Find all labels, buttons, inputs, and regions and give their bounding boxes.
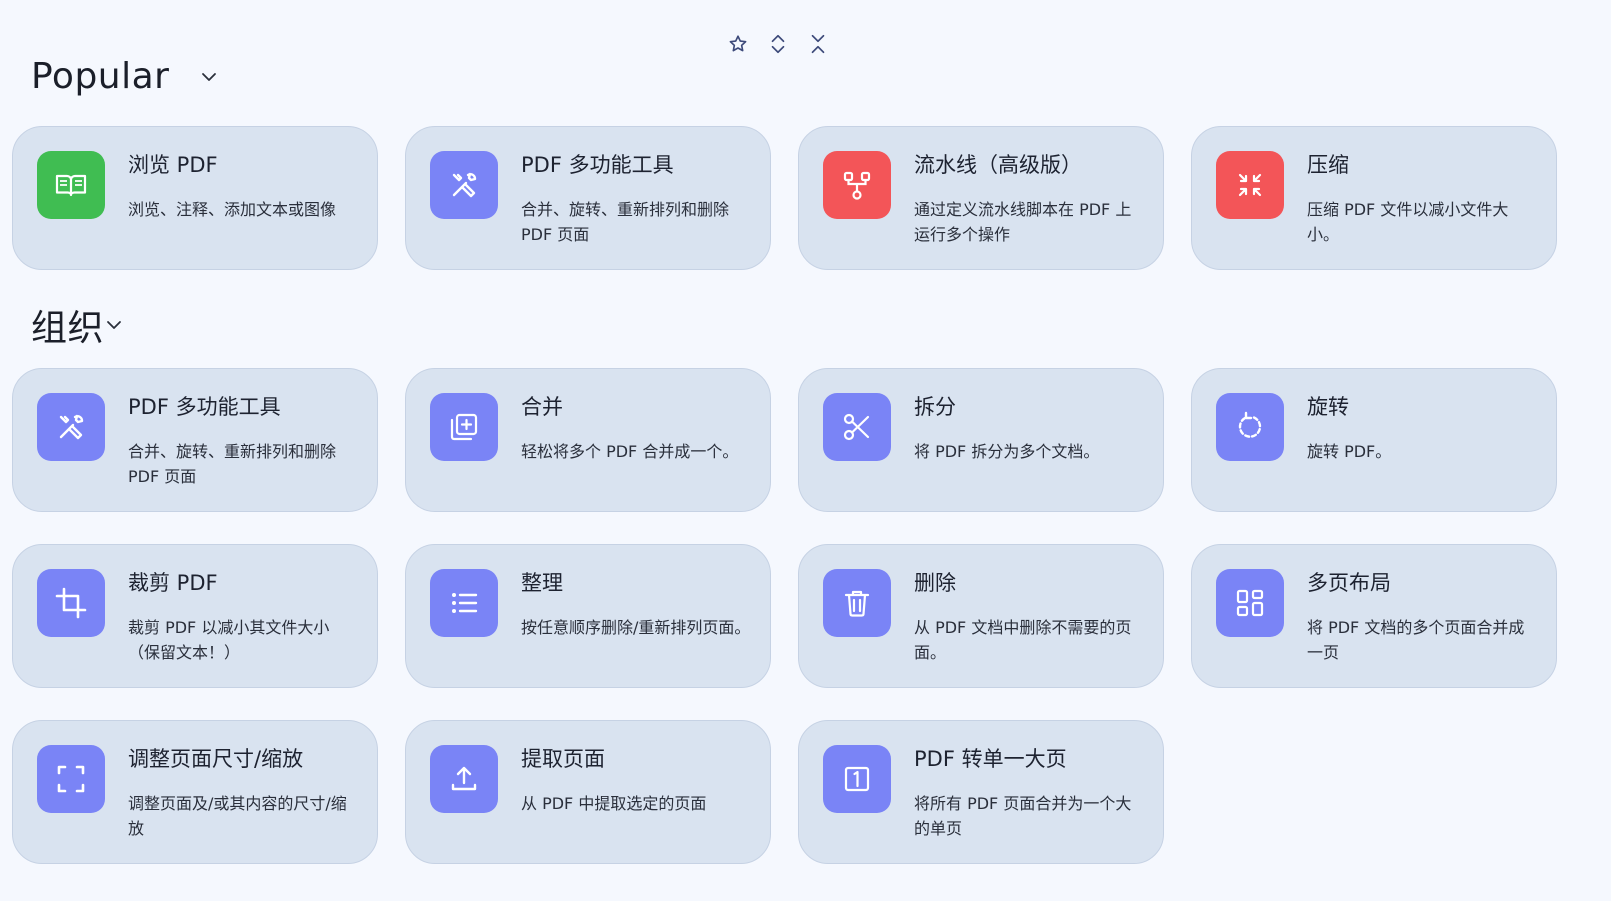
grid-icon — [1236, 589, 1264, 617]
tool-icon-tile — [1216, 569, 1284, 637]
tool-description: 将 PDF 文档的多个页面合并成一页 — [1307, 618, 1525, 662]
section-title: Popular — [31, 56, 170, 97]
tool-card-split[interactable]: 拆分 将 PDF 拆分为多个文档。 — [798, 368, 1164, 512]
tool-title: 整理 — [521, 571, 563, 595]
tool-icon-tile — [430, 393, 498, 461]
tool-icon-tile — [37, 151, 105, 219]
tool-icon-tile — [1216, 151, 1284, 219]
section-header-organize: 组织 — [31, 299, 124, 351]
crop-icon — [55, 587, 87, 619]
tools-icon — [452, 172, 477, 198]
tool-title: 旋转 — [1307, 395, 1349, 419]
tool-card-crop[interactable]: 裁剪 PDF 裁剪 PDF 以减小其文件大小（保留文本！） — [12, 544, 378, 688]
scale-icon — [57, 765, 85, 793]
tool-icon-tile — [1216, 393, 1284, 461]
tool-description: 从 PDF 文档中删除不需要的页面。 — [914, 618, 1132, 662]
tool-card-compress[interactable]: 压缩 压缩 PDF 文件以减小文件大小。 — [1191, 126, 1557, 270]
tool-title: 压缩 — [1307, 153, 1349, 177]
tool-description: 通过定义流水线脚本在 PDF 上运行多个操作 — [914, 200, 1132, 244]
single-page-icon — [844, 766, 870, 792]
tool-title: 多页布局 — [1307, 571, 1391, 595]
tool-description: 旋转 PDF。 — [1307, 442, 1392, 461]
tool-title: PDF 多功能工具 — [128, 395, 281, 419]
tool-description: 将 PDF 拆分为多个文档。 — [914, 442, 1100, 461]
tool-icon-tile — [430, 151, 498, 219]
tool-icon-tile — [823, 745, 891, 813]
tool-card-multi-tool[interactable]: PDF 多功能工具 合并、旋转、重新排列和删除 PDF 页面 — [12, 368, 378, 512]
tool-card-pipeline[interactable]: 流水线（高级版） 通过定义流水线脚本在 PDF 上运行多个操作 — [798, 126, 1164, 270]
tool-title: 提取页面 — [521, 747, 605, 771]
tool-icon-tile — [37, 393, 105, 461]
rotate-icon — [1238, 411, 1262, 438]
tool-card-scale-pages[interactable]: 调整页面尺寸/缩放 调整页面及/或其内容的尺寸/缩放 — [12, 720, 378, 864]
section-toggle-button[interactable] — [199, 67, 219, 87]
tool-icon-tile — [37, 569, 105, 637]
list-icon — [452, 593, 478, 613]
chevron-down-icon — [107, 321, 121, 329]
scissors-icon — [843, 413, 870, 441]
section-header-popular: Popular — [31, 56, 219, 97]
star-icon — [729, 35, 747, 52]
tool-description: 合并、旋转、重新排列和删除 PDF 页面 — [521, 200, 730, 244]
tool-icon-tile — [823, 393, 891, 461]
tool-title: 拆分 — [914, 395, 956, 419]
tool-description: 轻松将多个 PDF 合并成一个。 — [521, 442, 739, 461]
collapse-all-icon — [811, 34, 825, 54]
pipeline-icon — [843, 171, 871, 200]
tool-description: 浏览、注释、添加文本或图像 — [128, 200, 337, 219]
tool-description: 压缩 PDF 文件以减小文件大小。 — [1307, 200, 1509, 244]
tool-description: 裁剪 PDF 以减小其文件大小（保留文本！） — [128, 618, 330, 662]
tool-card-multi-tool[interactable]: PDF 多功能工具 合并、旋转、重新排列和删除 PDF 页面 — [405, 126, 771, 270]
tool-card-merge[interactable]: 合并 轻松将多个 PDF 合并成一个。 — [405, 368, 771, 512]
tool-icon-tile — [823, 151, 891, 219]
compress-icon — [1238, 173, 1262, 197]
tool-card-multi-page-layout[interactable]: 多页布局 将 PDF 文档的多个页面合并成一页 — [1191, 544, 1557, 688]
tools-icon — [59, 414, 84, 440]
tool-title: 浏览 PDF — [128, 153, 218, 177]
chevron-down-icon — [202, 72, 217, 81]
section-toggle-button[interactable] — [104, 315, 124, 335]
tool-title: 流水线（高级版） — [914, 153, 1082, 177]
tool-title: 合并 — [521, 395, 563, 419]
tool-card-remove[interactable]: 删除 从 PDF 文档中删除不需要的页面。 — [798, 544, 1164, 688]
favorite-star-button[interactable] — [727, 30, 749, 58]
tool-title: PDF 多功能工具 — [521, 153, 674, 177]
tool-title: PDF 转单一大页 — [914, 747, 1067, 771]
tool-card-extract-pages[interactable]: 提取页面 从 PDF 中提取选定的页面 — [405, 720, 771, 864]
trash-icon — [844, 590, 870, 617]
tool-card-view-pdf[interactable]: 浏览 PDF 浏览、注释、添加文本或图像 — [12, 126, 378, 270]
tool-card-organize[interactable]: 整理 按任意顺序删除/重新排列页面。 — [405, 544, 771, 688]
tool-icon-tile — [37, 745, 105, 813]
book-icon — [55, 174, 87, 197]
section-title: 组织 — [31, 308, 105, 349]
tool-card-rotate[interactable]: 旋转 旋转 PDF。 — [1191, 368, 1557, 512]
upload-icon — [451, 766, 477, 791]
tool-description: 调整页面及/或其内容的尺寸/缩放 — [128, 794, 347, 838]
tool-card-single-large-page[interactable]: PDF 转单一大页 将所有 PDF 页面合并为一个大的单页 — [798, 720, 1164, 864]
tool-description: 从 PDF 中提取选定的页面 — [521, 794, 707, 813]
tool-icon-tile — [823, 569, 891, 637]
tool-title: 裁剪 PDF — [128, 571, 218, 595]
tool-description: 合并、旋转、重新排列和删除 PDF 页面 — [128, 442, 337, 486]
expand-all-button[interactable] — [767, 30, 789, 58]
top-toolbar — [727, 30, 829, 58]
tool-title: 删除 — [914, 571, 956, 595]
collapse-all-button[interactable] — [807, 30, 829, 58]
expand-all-icon — [771, 34, 785, 54]
merge-icon — [450, 413, 478, 441]
tool-title: 调整页面尺寸/缩放 — [128, 747, 304, 771]
tool-description: 按任意顺序删除/重新排列页面。 — [521, 618, 751, 637]
tool-icon-tile — [430, 569, 498, 637]
tool-description: 将所有 PDF 页面合并为一个大的单页 — [914, 794, 1132, 838]
tool-icon-tile — [430, 745, 498, 813]
